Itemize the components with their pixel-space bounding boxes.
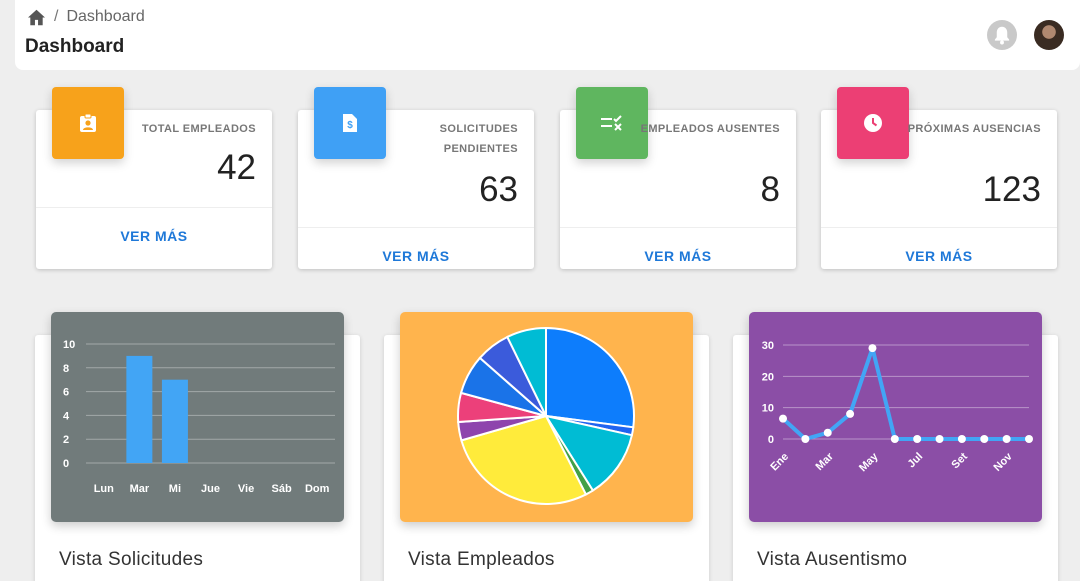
stat-title: PRÓXIMAS AUSENCIAS [907, 123, 1041, 135]
x-tick-label: Mar [814, 450, 837, 473]
checklist-remove-icon [600, 114, 624, 132]
page-title: Dashboard [25, 36, 125, 57]
notifications-button[interactable] [987, 20, 1017, 50]
x-tick-label: Jue [201, 483, 220, 495]
stat-icon-box: $ [314, 87, 386, 159]
data-point [1002, 435, 1011, 443]
data-point [957, 435, 966, 443]
stat-value: 123 [982, 170, 1041, 209]
breadcrumb: / Dashboard [27, 8, 145, 26]
stat-card-total-employees: TOTAL EMPLEADOS 42 VER MÁS [36, 87, 272, 269]
x-tick-label: Dom [305, 483, 330, 495]
x-tick-label: Sáb [272, 483, 292, 495]
see-more-link[interactable]: VER MÁS [36, 228, 272, 244]
divider [821, 227, 1057, 228]
x-tick-label: May [857, 450, 881, 474]
stat-card-pending-requests: $ SOLICITUDES PENDIENTES 63 VER MÁS [298, 87, 534, 269]
stat-value: 42 [217, 148, 256, 187]
bar [126, 355, 153, 463]
requests-chart-panel: 0 2 4 6 8 10 Lun Mar Mi Jue Vie Sáb Dom [51, 312, 344, 522]
x-tick-label: Nov [992, 450, 1016, 474]
data-point [846, 409, 855, 418]
data-point [801, 435, 810, 443]
absenteeism-chart-panel: 0 10 20 30 Ene Mar May Jul Set Nov [749, 312, 1042, 522]
stat-title: TOTAL EMPLEADOS [141, 123, 256, 135]
breadcrumb-current: Dashboard [66, 8, 145, 25]
employees-pie-chart [457, 326, 635, 505]
stat-card-absent-employees: EMPLEADOS AUSENTES 8 VER MÁS [560, 87, 796, 269]
data-point [890, 435, 899, 443]
bell-icon [993, 25, 1011, 45]
stat-title: EMPLEADOS AUSENTES [640, 123, 780, 135]
stat-title: SOLICITUDES PENDIENTES [439, 123, 518, 155]
divider [36, 207, 272, 208]
see-more-link[interactable]: VER MÁS [560, 248, 796, 264]
y-tick-label: 20 [762, 371, 774, 383]
card-title: Vista Empleados [408, 549, 555, 570]
stat-value: 63 [479, 170, 518, 209]
svg-text:$: $ [347, 120, 353, 131]
data-point [823, 428, 832, 437]
y-tick-label: 10 [762, 403, 774, 415]
employees-chart-panel [400, 312, 693, 522]
x-tick-label: Jul [906, 451, 926, 471]
pie-slice [545, 326, 635, 429]
requests-bar-chart: 0 2 4 6 8 10 Lun Mar Mi Jue Vie Sáb Dom [63, 339, 335, 495]
stat-value: 8 [760, 170, 780, 209]
x-tick-label: Vie [238, 483, 254, 495]
series-line [781, 346, 1029, 441]
data-point [868, 344, 877, 353]
y-tick-label: 8 [63, 363, 69, 375]
x-tick-label: Ene [768, 451, 791, 474]
divider [298, 227, 534, 228]
y-tick-label: 2 [63, 434, 69, 446]
clock-icon [863, 113, 883, 133]
data-point [935, 435, 944, 443]
card-title: Vista Ausentismo [757, 549, 908, 570]
see-more-link[interactable]: VER MÁS [298, 248, 534, 264]
x-tick-label: Set [949, 450, 970, 471]
stat-icon-box [52, 87, 124, 159]
see-more-link[interactable]: VER MÁS [821, 248, 1057, 264]
card-title: Vista Solicitudes [59, 549, 204, 570]
y-tick-label: 10 [63, 339, 75, 351]
home-icon[interactable] [27, 9, 46, 26]
data-point [1025, 435, 1033, 443]
stat-icon-box [837, 87, 909, 159]
data-point [779, 414, 787, 423]
y-tick-label: 30 [762, 340, 774, 352]
stat-card-upcoming-absences: PRÓXIMAS AUSENCIAS 123 VER MÁS [821, 87, 1057, 269]
user-avatar[interactable] [1034, 20, 1064, 50]
data-point [980, 435, 989, 443]
y-tick-label: 6 [63, 387, 69, 399]
dollar-document-icon: $ [342, 113, 358, 133]
bar [161, 379, 188, 463]
divider [560, 227, 796, 228]
x-tick-label: Mar [130, 483, 150, 495]
top-bar: / Dashboard Dashboard [15, 0, 1080, 70]
stat-icon-box [576, 87, 648, 159]
y-tick-label: 0 [768, 434, 774, 446]
badge-icon [78, 113, 98, 133]
absenteeism-line-chart: 0 10 20 30 Ene Mar May Jul Set Nov [762, 340, 1033, 474]
x-tick-label: Lun [94, 483, 114, 495]
y-tick-label: 0 [63, 458, 69, 470]
x-tick-label: Mi [169, 483, 181, 495]
breadcrumb-separator: / [54, 8, 59, 25]
y-tick-label: 4 [63, 410, 70, 422]
data-point [913, 435, 922, 443]
